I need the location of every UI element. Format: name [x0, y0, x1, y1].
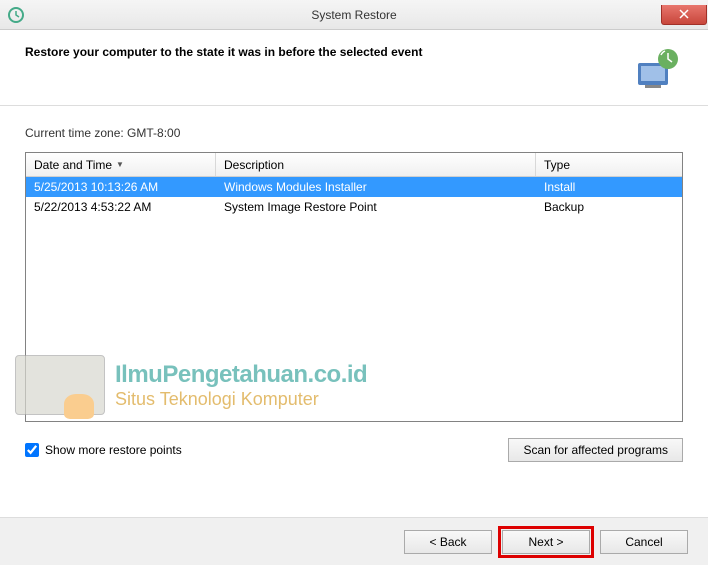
show-more-checkbox-wrap[interactable]: Show more restore points [25, 443, 182, 457]
column-header-type[interactable]: Type [536, 153, 682, 176]
cell-type: Install [536, 177, 682, 197]
column-label: Type [544, 158, 570, 172]
controls-row: Show more restore points Scan for affect… [25, 438, 683, 462]
checkbox-label: Show more restore points [45, 443, 182, 457]
show-more-checkbox[interactable] [25, 443, 39, 457]
system-restore-icon [6, 5, 26, 25]
cell-date: 5/22/2013 4:53:22 AM [26, 197, 216, 217]
sort-arrow-icon: ▼ [116, 160, 124, 169]
scan-affected-button[interactable]: Scan for affected programs [508, 438, 683, 462]
back-button[interactable]: < Back [404, 530, 492, 554]
header-section: Restore your computer to the state it wa… [0, 30, 708, 106]
header-text: Restore your computer to the state it wa… [25, 45, 422, 59]
cell-description: System Image Restore Point [216, 197, 536, 217]
table-header: Date and Time ▼ Description Type [26, 153, 682, 177]
table-row[interactable]: 5/25/2013 10:13:26 AMWindows Modules Ins… [26, 177, 682, 197]
cell-type: Backup [536, 197, 682, 217]
column-label: Description [224, 158, 284, 172]
next-button[interactable]: Next > [502, 530, 590, 554]
content-area: Current time zone: GMT-8:00 Date and Tim… [0, 106, 708, 462]
column-label: Date and Time [34, 158, 112, 172]
titlebar: System Restore [0, 0, 708, 30]
close-button[interactable] [661, 5, 707, 25]
bottom-nav-bar: < Back Next > Cancel [0, 517, 708, 565]
timezone-label: Current time zone: GMT-8:00 [25, 126, 683, 140]
restore-large-icon [633, 45, 683, 95]
cell-description: Windows Modules Installer [216, 177, 536, 197]
restore-points-table[interactable]: Date and Time ▼ Description Type 5/25/20… [25, 152, 683, 422]
column-header-date[interactable]: Date and Time ▼ [26, 153, 216, 176]
cancel-button[interactable]: Cancel [600, 530, 688, 554]
cell-date: 5/25/2013 10:13:26 AM [26, 177, 216, 197]
window-title: System Restore [311, 8, 396, 22]
table-row[interactable]: 5/22/2013 4:53:22 AMSystem Image Restore… [26, 197, 682, 217]
column-header-description[interactable]: Description [216, 153, 536, 176]
